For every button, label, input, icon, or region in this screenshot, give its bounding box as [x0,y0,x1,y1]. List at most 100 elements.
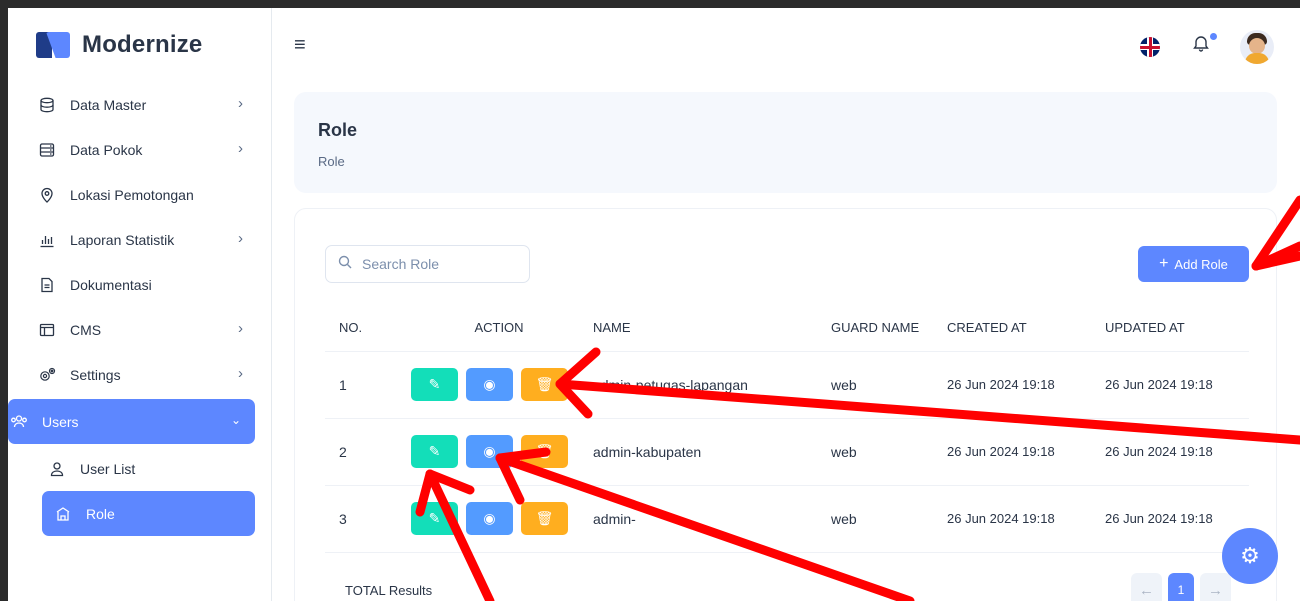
file-text-icon [36,276,58,294]
row-number: 2 [325,418,405,486]
user-icon [46,460,68,478]
search-field[interactable] [325,245,530,283]
eye-icon: ◉ [483,443,496,459]
total-results-label: TOTAL Results [345,583,433,598]
row-actions: ✎ ◉ 🗑 [405,351,593,419]
role-icon [52,505,74,523]
brand-logo-icon [36,32,70,58]
sidebar-item-label: Laporan Statistik [70,231,175,248]
chevron-down-icon: ⌄ [230,413,241,427]
sidebar-item-label: Users [42,413,79,430]
sidebar-item-label: Lokasi Pemotongan [70,186,194,203]
updated-at: 26 Jun 2024 19:18 [1105,418,1249,486]
sidebar-item-cms[interactable]: CMS › [36,307,249,352]
row-number: 1 [325,351,405,419]
table-header-row: NO. ACTION NAME GUARD NAME CREATED AT UP… [325,305,1249,352]
avatar[interactable] [1240,30,1274,64]
sidebar-item-role[interactable]: Role [42,491,255,536]
sidebar-item-laporan-statistik[interactable]: Laporan Statistik › [36,217,249,262]
view-button[interactable]: ◉ [466,502,513,535]
role-name: admin- [593,485,831,553]
view-button[interactable]: ◉ [466,435,513,468]
delete-button[interactable]: 🗑 [521,368,568,401]
chevron-right-icon: › [238,230,243,247]
pencil-icon: ✎ [428,443,441,459]
sidebar-item-dokumentasi[interactable]: Dokumentasi [36,262,249,307]
trash-icon: 🗑 [535,443,554,459]
delete-button[interactable]: 🗑 [521,502,568,535]
column-header-action[interactable]: ACTION [405,305,593,352]
sidebar-item-data-pokok[interactable]: Data Pokok › [36,127,249,172]
search-icon [338,255,352,273]
table-row: 1 ✎ ◉ 🗑 admin-petugas-lapangan web 26 Ju… [325,351,1249,419]
sidebar-item-lokasi-pemotongan[interactable]: Lokasi Pemotongan [36,172,249,217]
location-pin-icon [36,186,58,204]
next-page-button[interactable]: → [1200,573,1231,601]
sidebar-item-label: Role [86,505,115,522]
row-actions: ✎ ◉ 🗑 [405,485,593,553]
chevron-right-icon: › [238,320,243,337]
chevron-right-icon: › [238,140,243,157]
pencil-icon: ✎ [428,510,441,526]
brand[interactable]: Modernize [8,8,271,82]
column-header-name[interactable]: NAME [593,305,831,352]
add-role-button[interactable]: + Add Role [1138,246,1249,282]
hamburger-icon[interactable]: ≡ [294,34,306,57]
edit-button[interactable]: ✎ [411,502,458,535]
breadcrumb: Role Role [294,92,1277,193]
created-at: 26 Jun 2024 19:18 [947,485,1105,553]
page-title: Role [318,120,358,140]
pencil-icon: ✎ [428,376,441,392]
layout-icon [36,321,58,339]
guard-name: web [831,485,947,553]
column-header-no[interactable]: NO. [325,305,405,352]
sidebar-item-settings[interactable]: Settings › [36,352,249,397]
notification-dot [1210,33,1217,40]
column-header-created-at[interactable]: CREATED AT [947,305,1105,352]
sidebar-item-users[interactable]: Users ⌄ [8,399,255,444]
delete-button[interactable]: 🗑 [521,435,568,468]
trash-icon: 🗑 [535,376,554,392]
database-icon [36,96,58,114]
bell-icon[interactable] [1192,34,1210,57]
view-button[interactable]: ◉ [466,368,513,401]
breadcrumb-item[interactable]: Role [318,154,345,169]
page-button[interactable]: 1 [1168,573,1194,601]
created-at: 26 Jun 2024 19:18 [947,351,1105,419]
app-window: Modernize Data Master › Data Pokok › Lok… [8,8,1300,601]
uk-flag-icon[interactable] [1140,37,1160,57]
chevron-right-icon: › [238,365,243,382]
customizer-button[interactable]: ⚙ [1222,528,1278,584]
created-at: 26 Jun 2024 19:18 [947,418,1105,486]
topbar: ≡ [272,8,1300,82]
sidebar-item-label: CMS [70,321,102,338]
guard-name: web [831,351,947,419]
gear-icon: ⚙ [1240,543,1260,568]
sidebar-nav: Data Master › Data Pokok › Lokasi Pemoto… [8,82,271,397]
column-header-updated-at[interactable]: UPDATED AT [1105,305,1249,352]
role-table: NO. ACTION NAME GUARD NAME CREATED AT UP… [325,305,1249,553]
row-number: 3 [325,485,405,553]
row-actions: ✎ ◉ 🗑 [405,418,593,486]
add-role-label: Add Role [1174,256,1228,272]
trash-icon: 🗑 [535,510,554,526]
prev-page-button[interactable]: ← [1131,573,1162,601]
table-row: 3 ✎ ◉ 🗑 admin- web 26 Jun 2024 19:18 26 … [325,485,1249,553]
edit-button[interactable]: ✎ [411,368,458,401]
sidebar-item-label: Dokumentasi [70,276,152,293]
role-name: admin-petugas-lapangan [593,351,831,419]
eye-icon: ◉ [483,510,496,526]
column-header-guard-name[interactable]: GUARD NAME [831,305,947,352]
search-input[interactable] [362,256,512,272]
pagination: ← 1 → [1131,573,1231,601]
role-name: admin-kabupaten [593,418,831,486]
edit-button[interactable]: ✎ [411,435,458,468]
bar-chart-icon [36,231,58,249]
sidebar-item-data-master[interactable]: Data Master › [36,82,249,127]
sidebar: Modernize Data Master › Data Pokok › Lok… [8,8,272,601]
sidebar-item-label: User List [80,460,136,477]
arrow-left-icon: ← [1139,581,1154,599]
users-icon [8,413,30,431]
chevron-right-icon: › [238,95,243,112]
sidebar-item-user-list[interactable]: User List [34,446,255,491]
